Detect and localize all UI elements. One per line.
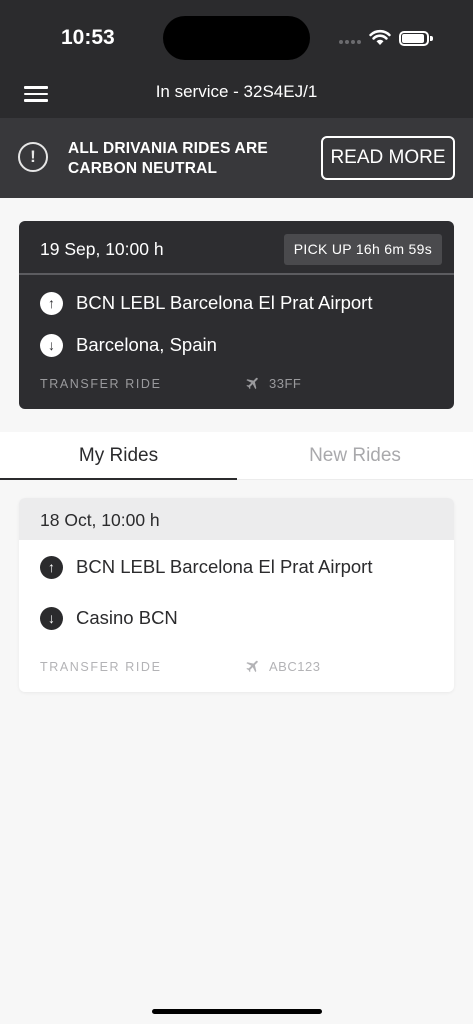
tab-my-rides[interactable]: My Rides xyxy=(0,432,237,480)
tab-new-rides[interactable]: New Rides xyxy=(237,432,473,480)
battery-icon xyxy=(399,31,433,46)
ride-date: 18 Oct, 10:00 h xyxy=(40,510,160,530)
ride-type-label: TRANSFER RIDE xyxy=(40,377,162,391)
ride-card-header: 18 Oct, 10:00 h xyxy=(19,498,454,540)
status-bar: 10:53 xyxy=(0,0,473,72)
origin-text: BCN LEBL Barcelona El Prat Airport xyxy=(76,556,373,577)
dynamic-island xyxy=(163,16,310,60)
arrow-up-icon: ↑ xyxy=(40,292,63,315)
status-time: 10:53 xyxy=(61,26,115,49)
flight-number: ABC123 xyxy=(269,659,321,674)
carbon-neutral-banner: ! ALL DRIVANIA RIDES ARE CARBON NEUTRAL … xyxy=(0,118,473,198)
destination-text: Casino BCN xyxy=(76,607,178,628)
wifi-icon xyxy=(369,29,391,45)
alert-circle-icon: ! xyxy=(18,142,48,172)
active-ride-card[interactable]: 19 Sep, 10:00 h PICK UP 16h 6m 59s ↑ BCN… xyxy=(19,221,454,409)
cellular-signal-icon xyxy=(339,39,363,45)
nav-title: In service - 32S4EJ/1 xyxy=(155,82,318,101)
ride-card[interactable]: 18 Oct, 10:00 h ↑ BCN LEBL Barcelona El … xyxy=(19,498,454,692)
arrow-down-icon: ↓ xyxy=(40,334,63,357)
ride-type-label: TRANSFER RIDE xyxy=(40,660,162,674)
card-divider xyxy=(19,273,454,275)
airplane-icon xyxy=(246,660,258,673)
pickup-countdown-badge: PICK UP 16h 6m 59s xyxy=(283,234,442,265)
nav-bar: In service - 32S4EJ/1 xyxy=(0,72,473,114)
flight-number: 33FF xyxy=(269,376,302,391)
destination-text: Barcelona, Spain xyxy=(76,334,217,355)
origin-text: BCN LEBL Barcelona El Prat Airport xyxy=(76,292,373,313)
read-more-button[interactable]: READ MORE xyxy=(321,136,455,180)
arrow-down-icon: ↓ xyxy=(40,607,63,630)
airplane-icon xyxy=(246,377,258,390)
arrow-up-icon: ↑ xyxy=(40,556,63,579)
rides-tabs: My Rides New Rides xyxy=(0,432,473,480)
active-ride-date: 19 Sep, 10:00 h xyxy=(40,239,164,259)
home-indicator[interactable] xyxy=(152,1009,322,1014)
banner-text: ALL DRIVANIA RIDES ARE CARBON NEUTRAL xyxy=(68,140,268,177)
